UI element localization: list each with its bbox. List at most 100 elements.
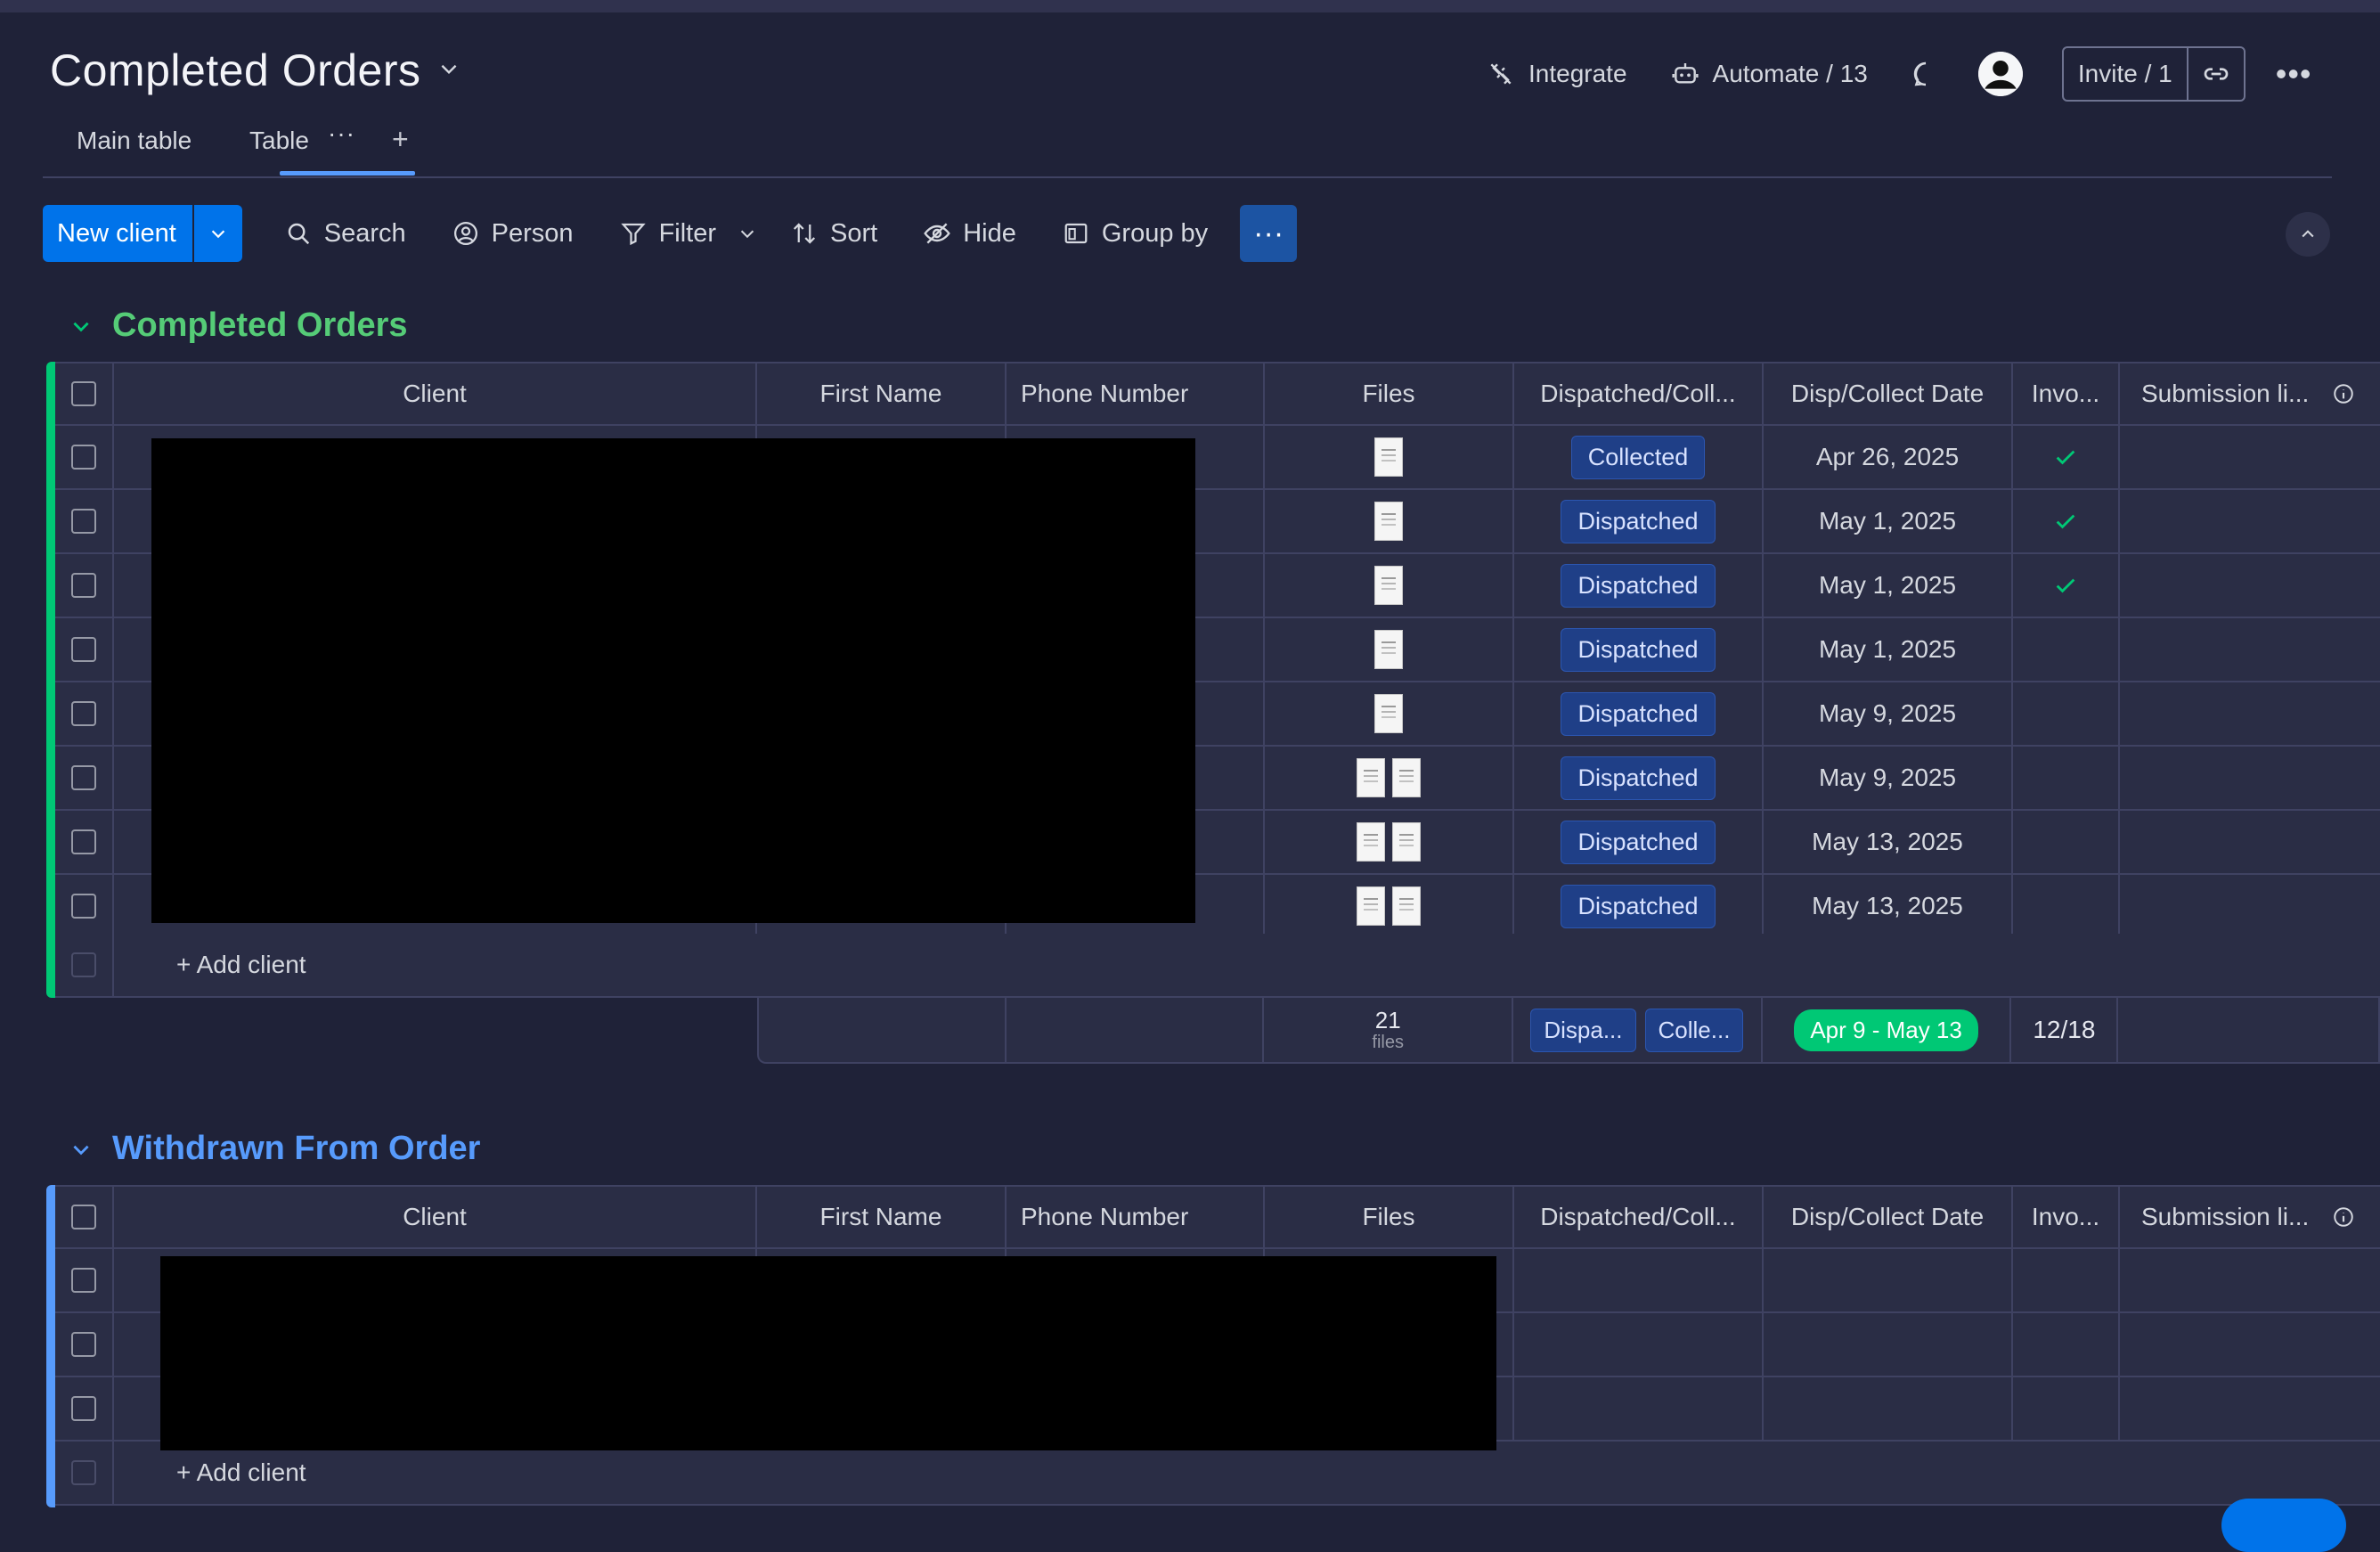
column-header-phone[interactable]: Phone Number xyxy=(1007,1187,1265,1247)
row-checkbox[interactable] xyxy=(71,1332,96,1357)
column-header-submission[interactable]: Submission li... xyxy=(2120,363,2380,424)
column-header-client[interactable]: Client xyxy=(114,1187,757,1247)
filter-dropdown[interactable] xyxy=(732,218,762,249)
submission-cell[interactable] xyxy=(2120,554,2380,617)
status-cell[interactable]: Dispatched xyxy=(1514,875,1764,937)
invoice-cell[interactable] xyxy=(2013,811,2120,873)
file-thumbnail[interactable] xyxy=(1357,822,1385,862)
collapse-header-button[interactable] xyxy=(2286,212,2330,257)
files-cell[interactable] xyxy=(1265,682,1514,745)
submission-cell[interactable] xyxy=(2120,747,2380,809)
date-cell[interactable]: May 1, 2025 xyxy=(1764,554,2013,617)
row-checkbox[interactable] xyxy=(71,445,96,470)
column-header-first-name[interactable]: First Name xyxy=(757,363,1007,424)
row-checkbox[interactable] xyxy=(71,509,96,534)
updates-button[interactable] xyxy=(1911,59,1941,89)
more-options-icon[interactable]: ••• xyxy=(2276,55,2312,93)
summary-files[interactable]: 21 files xyxy=(1264,998,1514,1062)
filter-button[interactable]: Filter xyxy=(618,218,716,249)
row-checkbox[interactable] xyxy=(71,829,96,854)
date-cell[interactable]: May 1, 2025 xyxy=(1764,490,2013,552)
date-cell[interactable]: May 13, 2025 xyxy=(1764,811,2013,873)
sort-button[interactable]: Sort xyxy=(789,218,877,249)
link-icon[interactable] xyxy=(2188,48,2244,100)
file-thumbnail[interactable] xyxy=(1374,694,1403,733)
file-thumbnail[interactable] xyxy=(1374,566,1403,605)
file-thumbnail[interactable] xyxy=(1374,502,1403,541)
status-cell[interactable]: Dispatched xyxy=(1514,618,1764,681)
date-cell[interactable] xyxy=(1764,1377,2013,1440)
row-checkbox[interactable] xyxy=(71,1396,96,1421)
column-header-submission[interactable]: Submission li... xyxy=(2120,1187,2380,1247)
summary-status[interactable]: Dispa... Colle... xyxy=(1513,998,1763,1062)
status-cell[interactable]: Dispatched xyxy=(1514,554,1764,617)
group-title-withdrawn[interactable]: Withdrawn From Order xyxy=(69,1130,480,1168)
invoice-cell[interactable] xyxy=(2013,682,2120,745)
select-all-checkbox[interactable] xyxy=(71,1205,96,1229)
invoice-cell[interactable] xyxy=(2013,554,2120,617)
person-filter-button[interactable]: Person xyxy=(451,218,574,249)
date-cell[interactable]: May 9, 2025 xyxy=(1764,682,2013,745)
column-header-files[interactable]: Files xyxy=(1265,363,1514,424)
file-thumbnail[interactable] xyxy=(1374,437,1403,477)
row-checkbox[interactable] xyxy=(71,637,96,662)
column-header-date[interactable]: Disp/Collect Date xyxy=(1764,363,2013,424)
file-thumbnail[interactable] xyxy=(1374,630,1403,669)
submission-cell[interactable] xyxy=(2120,682,2380,745)
date-cell[interactable]: Apr 26, 2025 xyxy=(1764,426,2013,488)
add-client-row[interactable]: + Add client xyxy=(55,1442,2380,1506)
new-client-button[interactable]: New client xyxy=(43,205,242,262)
column-header-date[interactable]: Disp/Collect Date xyxy=(1764,1187,2013,1247)
floating-help-button[interactable] xyxy=(2221,1499,2346,1552)
files-cell[interactable] xyxy=(1265,490,1514,552)
invoice-cell[interactable] xyxy=(2013,426,2120,488)
more-toolbar-options-icon[interactable]: ··· xyxy=(1240,205,1298,262)
column-header-invoice[interactable]: Invo... xyxy=(2013,1187,2120,1247)
date-cell[interactable] xyxy=(1764,1249,2013,1311)
submission-cell[interactable] xyxy=(2120,1313,2380,1376)
submission-cell[interactable] xyxy=(2120,490,2380,552)
column-header-phone[interactable]: Phone Number xyxy=(1007,363,1265,424)
invoice-cell[interactable] xyxy=(2013,1377,2120,1440)
date-cell[interactable]: May 9, 2025 xyxy=(1764,747,2013,809)
file-thumbnail[interactable] xyxy=(1357,758,1385,797)
column-header-client[interactable]: Client xyxy=(114,363,757,424)
submission-cell[interactable] xyxy=(2120,875,2380,937)
date-cell[interactable]: May 13, 2025 xyxy=(1764,875,2013,937)
files-cell[interactable] xyxy=(1265,811,1514,873)
group-title-completed[interactable]: Completed Orders xyxy=(69,306,408,345)
submission-cell[interactable] xyxy=(2120,1249,2380,1311)
add-client-row[interactable]: + Add client xyxy=(55,934,2380,998)
file-thumbnail[interactable] xyxy=(1392,758,1421,797)
board-title[interactable]: Completed Orders xyxy=(50,45,461,96)
files-cell[interactable] xyxy=(1265,554,1514,617)
group-by-button[interactable]: Group by xyxy=(1061,218,1208,249)
select-all-checkbox[interactable] xyxy=(71,381,96,406)
summary-date-range[interactable]: Apr 9 - May 13 xyxy=(1763,998,2012,1062)
column-header-dispatched[interactable]: Dispatched/Coll... xyxy=(1514,1187,1764,1247)
invoice-cell[interactable] xyxy=(2013,618,2120,681)
row-checkbox[interactable] xyxy=(71,765,96,790)
column-header-dispatched[interactable]: Dispatched/Coll... xyxy=(1514,363,1764,424)
status-cell[interactable]: Collected xyxy=(1514,426,1764,488)
integrate-button[interactable]: Integrate xyxy=(1486,59,1627,89)
hide-button[interactable]: Hide xyxy=(922,218,1016,249)
status-cell[interactable]: Dispatched xyxy=(1514,682,1764,745)
column-header-files[interactable]: Files xyxy=(1265,1187,1514,1247)
automate-button[interactable]: Automate / 13 xyxy=(1670,59,1868,89)
new-client-label[interactable]: New client xyxy=(43,205,192,262)
files-cell[interactable] xyxy=(1265,747,1514,809)
summary-status-chip[interactable]: Dispa... xyxy=(1530,1008,1636,1052)
column-header-invoice[interactable]: Invo... xyxy=(2013,363,2120,424)
file-thumbnail[interactable] xyxy=(1392,886,1421,926)
tab-table[interactable]: Table xyxy=(249,127,309,155)
tab-options-icon[interactable]: ··· xyxy=(328,119,355,148)
date-cell[interactable] xyxy=(1764,1313,2013,1376)
file-thumbnail[interactable] xyxy=(1357,886,1385,926)
submission-cell[interactable] xyxy=(2120,811,2380,873)
avatar[interactable] xyxy=(1977,52,2023,96)
submission-cell[interactable] xyxy=(2120,1377,2380,1440)
row-checkbox[interactable] xyxy=(71,894,96,919)
row-checkbox[interactable] xyxy=(71,573,96,598)
chevron-down-icon[interactable] xyxy=(192,205,242,262)
